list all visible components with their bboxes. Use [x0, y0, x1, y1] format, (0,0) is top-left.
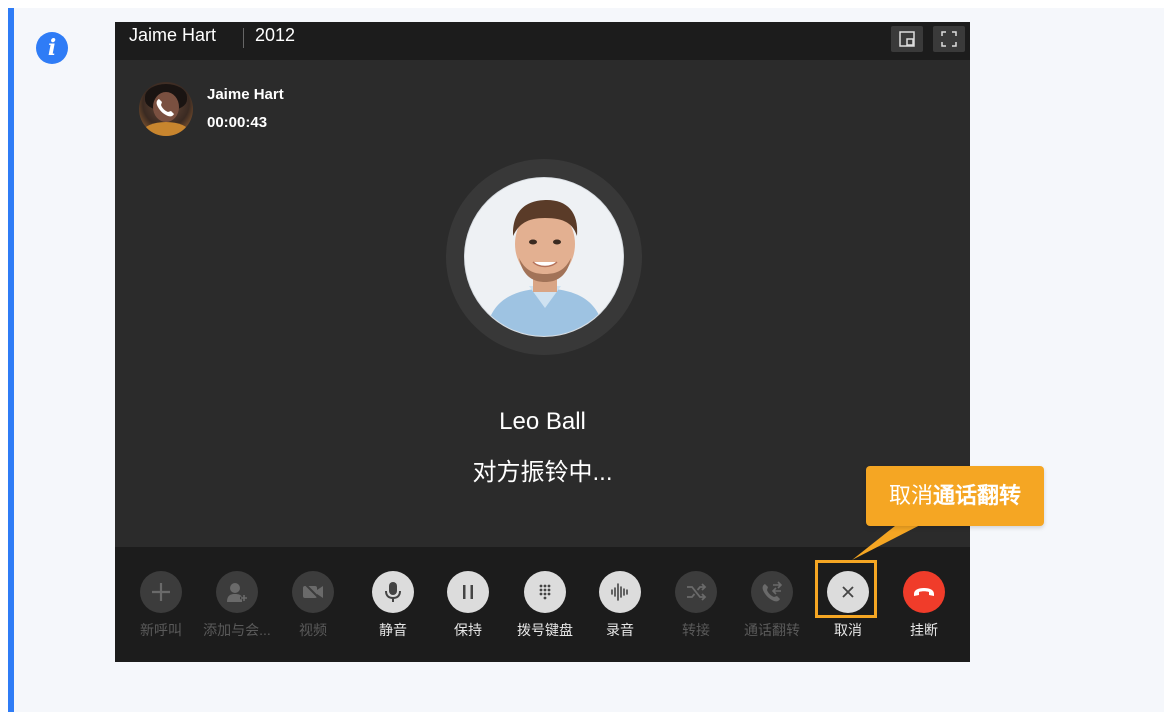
dialpad-button[interactable]: 拨号键盘 [507, 571, 583, 640]
transfer-label: 转接 [682, 622, 710, 638]
add-participant-icon [227, 583, 248, 602]
microphone-icon [385, 582, 401, 602]
call-flip-button[interactable]: 通话翻转 [734, 571, 810, 640]
video-label: 视频 [299, 622, 327, 638]
call-status: 对方振铃中... [472, 459, 613, 486]
transfer-icon [687, 583, 707, 601]
call-flip-label: 通话翻转 [744, 622, 800, 638]
caller-avatar [139, 82, 193, 136]
phone-icon [156, 99, 174, 117]
cancel-highlight-box [815, 560, 877, 618]
record-label: 录音 [606, 622, 634, 638]
callee-name: Leo Ball [499, 408, 586, 435]
pause-icon [463, 585, 473, 599]
callee-photo [465, 178, 623, 336]
plus-icon [152, 583, 170, 601]
title-separator [243, 28, 244, 48]
transfer-button[interactable]: 转接 [658, 571, 734, 640]
record-button[interactable]: 录音 [582, 571, 658, 640]
new-call-button[interactable]: 新呼叫 [123, 571, 199, 640]
title-extension: 2012 [255, 25, 296, 45]
fullscreen-icon [941, 31, 957, 47]
hold-button[interactable]: 保持 [430, 571, 506, 640]
picture-in-picture-button[interactable] [891, 26, 923, 52]
add-participant-button[interactable]: 添加与会... [199, 571, 275, 640]
caller-name: Jaime Hart [207, 86, 284, 103]
mute-label: 静音 [379, 622, 407, 638]
new-call-label: 新呼叫 [140, 622, 182, 638]
title-bar: Jaime Hart 2012 [115, 22, 970, 60]
mute-button[interactable]: 静音 [355, 571, 431, 640]
callee-avatar-ring [446, 159, 642, 355]
cancel-label: 取消 [834, 622, 862, 638]
callout-text-bold: 通话翻转 [933, 483, 1022, 508]
callout-text-normal: 取消 [888, 483, 933, 508]
dialpad-label: 拨号键盘 [517, 622, 573, 638]
picture-in-picture-icon [899, 31, 915, 47]
hangup-button[interactable]: 挂断 [886, 571, 962, 640]
hold-label: 保持 [454, 622, 482, 638]
callout-tooltip: 取消通话翻转 [866, 466, 1044, 526]
call-toolbar: 新呼叫 添加与会... 视频 静音 保持 拨号键盘 录音 转接 通话翻转 取消 … [115, 547, 970, 662]
call-duration: 00:00:43 [207, 114, 268, 131]
call-window: Jaime Hart 2012 Jaime Hart 00:00:43 Leo … [115, 22, 970, 662]
video-button[interactable]: 视频 [275, 571, 351, 640]
fullscreen-button[interactable] [933, 26, 965, 52]
info-icon: i [36, 32, 68, 64]
audio-wave-icon [611, 583, 628, 601]
hangup-label: 挂断 [910, 622, 938, 638]
dialpad-icon [539, 584, 551, 600]
title-contact-name: Jaime Hart [129, 25, 217, 45]
callee-avatar [464, 177, 624, 337]
video-off-icon [303, 582, 323, 602]
call-flip-icon [762, 581, 783, 602]
hangup-icon [914, 588, 934, 596]
add-participant-label: 添加与会... [203, 622, 271, 638]
